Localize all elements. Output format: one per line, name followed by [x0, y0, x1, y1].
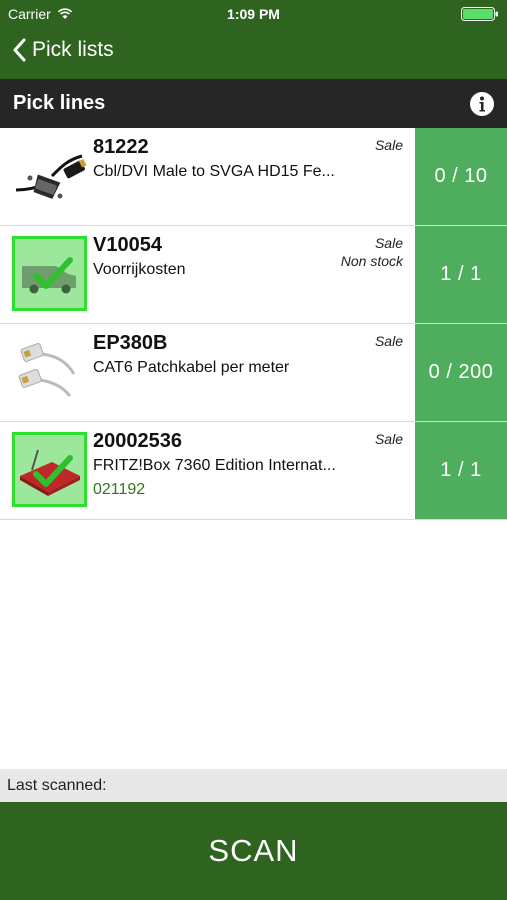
router-icon [12, 432, 87, 507]
list-item[interactable]: 81222 Cbl/DVI Male to SVGA HD15 Fe... Sa… [0, 128, 507, 226]
last-scanned-bar: Last scanned: [0, 769, 507, 802]
item-code: V10054 [93, 234, 162, 256]
top-bar: Carrier 1:09 PM Pick lists [0, 0, 507, 79]
carrier-indicator: Carrier [8, 6, 73, 22]
list-item[interactable]: 20002536 FRITZ!Box 7360 Edition Internat… [0, 422, 507, 520]
quantity-badge: 0 / 200 [415, 324, 507, 421]
quantity-badge: 1 / 1 [415, 226, 507, 323]
item-tag: Sale [375, 136, 403, 154]
section-header: Pick lines [0, 79, 507, 128]
item-description: CAT6 Patchkabel per meter [93, 359, 290, 376]
battery-icon [461, 7, 498, 21]
section-title: Pick lines [13, 92, 106, 114]
item-code: 81222 [93, 136, 149, 158]
patch-cable-icon [18, 343, 76, 397]
item-tag: Sale [375, 332, 403, 350]
info-icon[interactable] [469, 91, 495, 117]
sale-tag: Sale [374, 137, 403, 153]
quantity-badge: 0 / 10 [415, 128, 507, 225]
item-code: 20002536 [93, 430, 182, 452]
carrier-label: Carrier [8, 6, 51, 22]
back-label: Pick lists [32, 38, 114, 61]
navigation-bar: Pick lists [0, 28, 507, 79]
quantity-badge: 1 / 1 [415, 422, 507, 519]
status-bar: Carrier 1:09 PM [0, 0, 507, 28]
sale-tag: Sale [374, 333, 403, 349]
status-time: 1:09 PM [227, 6, 280, 22]
back-button[interactable]: Pick lists [12, 38, 114, 62]
item-description: FRITZ!Box 7360 Edition Internat... [93, 457, 336, 474]
wifi-icon [57, 8, 72, 19]
last-scanned-label: Last scanned: [7, 777, 107, 794]
sale-tag: Sale [374, 431, 403, 447]
sale-tag: Sale [374, 235, 403, 251]
chevron-left-icon [13, 38, 26, 62]
van-icon [12, 236, 87, 311]
item-serial-number: 021192 [93, 481, 146, 498]
list-item[interactable]: V10054 Voorrijkosten Sale Non stock 1 / … [0, 226, 507, 324]
pick-lines-list: 81222 Cbl/DVI Male to SVGA HD15 Fe... Sa… [0, 128, 507, 520]
item-tag: Sale [375, 430, 403, 448]
non-stock-tag: Non stock [340, 253, 403, 269]
list-item[interactable]: EP380B CAT6 Patchkabel per meter Sale 0 … [0, 324, 507, 422]
scan-button[interactable]: SCAN [0, 802, 507, 900]
item-description: Voorrijkosten [93, 261, 186, 278]
item-description: Cbl/DVI Male to SVGA HD15 Fe... [93, 163, 335, 180]
item-code: EP380B [93, 332, 168, 354]
cable-icon [15, 154, 87, 199]
item-tag: Sale Non stock [341, 234, 403, 270]
